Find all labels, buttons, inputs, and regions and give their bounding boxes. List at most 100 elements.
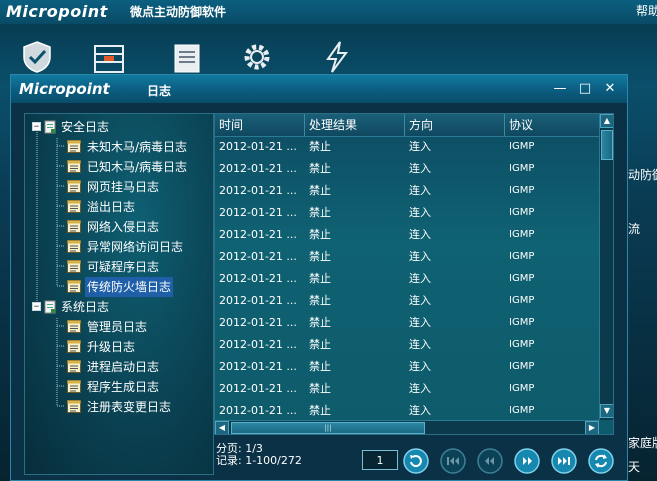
log-file-icon <box>67 240 81 253</box>
table-row[interactable]: 2012-01-21 ... 禁止 连入 IGMP <box>215 158 599 180</box>
cell-protocol: IGMP <box>509 295 535 306</box>
log-file-icon <box>67 360 81 373</box>
cell-direction: 连入 <box>409 184 431 197</box>
log-file-icon <box>67 320 81 333</box>
cell-result: 禁止 <box>309 360 331 373</box>
tree-item-label: 升级日志 <box>87 339 136 354</box>
table-header: 时间 处理结果 方向 协议 <box>215 114 599 137</box>
tree-item[interactable]: 已知木马/病毒日志 <box>67 156 189 176</box>
log-file-icon <box>67 220 81 233</box>
gear-icon[interactable] <box>240 40 274 74</box>
cell-time: 2012-01-21 ... <box>219 184 297 197</box>
refresh-button[interactable] <box>588 448 614 474</box>
log-file-icon <box>67 200 81 213</box>
log-file-icon <box>67 400 81 413</box>
vertical-scroll-thumb[interactable] <box>601 130 613 160</box>
column-header-protocol[interactable]: 协议 <box>505 114 599 136</box>
main-title-bar: Micropoint 微点主动防御软件 帮助 <box>0 0 657 24</box>
minimize-button[interactable]: — <box>551 80 569 98</box>
dialog-logo: Micropoint <box>19 80 110 98</box>
table-row[interactable]: 2012-01-21 ... 禁止 连入 IGMP <box>215 378 599 400</box>
column-header-result[interactable]: 处理结果 <box>305 114 405 136</box>
cell-result: 禁止 <box>309 338 331 351</box>
main-side-text-edition: 家庭版 <box>628 436 657 450</box>
close-button[interactable]: ✕ <box>601 80 619 98</box>
tree-item[interactable]: 升级日志 <box>67 336 137 356</box>
shield-check-icon[interactable] <box>20 40 54 74</box>
horizontal-scrollbar[interactable]: ◀ ||| ▶ <box>215 420 599 434</box>
cell-protocol: IGMP <box>509 185 535 196</box>
next-page-button[interactable] <box>514 448 540 474</box>
tree-item[interactable]: 传统防火墙日志 <box>67 276 174 297</box>
vertical-scrollbar[interactable]: ▲ ▼ <box>599 114 613 420</box>
dialog-title: 日志 <box>147 84 172 98</box>
table-row[interactable]: 2012-01-21 ... 禁止 连入 IGMP <box>215 202 599 224</box>
table-row[interactable]: 2012-01-21 ... 禁止 连入 IGMP <box>215 224 599 246</box>
tree-item[interactable]: 网络入侵日志 <box>67 216 161 236</box>
table-row[interactable]: 2012-01-21 ... 禁止 连入 IGMP <box>215 136 599 158</box>
table-row[interactable]: 2012-01-21 ... 禁止 连入 IGMP <box>215 400 599 422</box>
firewall-icon[interactable] <box>92 40 126 74</box>
tree-item[interactable]: 异常网络访问日志 <box>67 236 185 256</box>
table-row[interactable]: 2012-01-21 ... 禁止 连入 IGMP <box>215 180 599 202</box>
tree-item[interactable]: 程序生成日志 <box>67 376 161 396</box>
cell-time: 2012-01-21 ... <box>219 404 297 417</box>
tree-item[interactable]: 管理员日志 <box>67 316 149 336</box>
dialog-title-bar[interactable]: Micropoint 日志 — □ ✕ <box>11 75 627 103</box>
log-file-icon <box>67 260 81 273</box>
tree-item-label: 程序生成日志 <box>87 379 160 394</box>
tree-expander[interactable]: − <box>32 302 41 312</box>
tree-item-label: 进程启动日志 <box>87 359 160 374</box>
log-notepad-icon[interactable] <box>170 40 204 74</box>
column-header-time[interactable]: 时间 <box>215 114 305 136</box>
prev-page-button[interactable] <box>477 448 503 474</box>
tree-group-0[interactable]: − 安全日志 <box>32 116 111 136</box>
tree-expander[interactable]: − <box>32 122 41 132</box>
scroll-down-button[interactable]: ▼ <box>600 404 613 418</box>
help-menu[interactable]: 帮助 <box>636 2 657 19</box>
lightning-icon[interactable] <box>320 40 354 74</box>
cell-time: 2012-01-21 ... <box>219 140 297 153</box>
cell-protocol: IGMP <box>509 141 535 152</box>
scroll-right-button[interactable]: ▶ <box>585 421 599 434</box>
main-app-title: 微点主动防御软件 <box>130 5 227 19</box>
horizontal-scroll-thumb[interactable]: ||| <box>231 422 425 434</box>
cell-result: 禁止 <box>309 140 331 153</box>
log-file-icon <box>67 280 81 293</box>
cell-direction: 连入 <box>409 228 431 241</box>
scroll-left-button[interactable]: ◀ <box>215 421 229 434</box>
tree-item-label: 溢出日志 <box>87 199 136 214</box>
tree-item[interactable]: 网页挂马日志 <box>67 176 161 196</box>
tree-item[interactable]: 进程启动日志 <box>67 356 161 376</box>
table-row[interactable]: 2012-01-21 ... 禁止 连入 IGMP <box>215 312 599 334</box>
cell-protocol: IGMP <box>509 339 535 350</box>
log-category-tree: − 安全日志 未知木马/病毒日志 已知木马/病毒日志网页挂马日志 溢出日志网络入侵日志异… <box>24 113 214 475</box>
table-row[interactable]: 2012-01-21 ... 禁止 连入 IGMP <box>215 334 599 356</box>
table-row[interactable]: 2012-01-21 ... 禁止 连入 IGMP <box>215 246 599 268</box>
table-row[interactable]: 2012-01-21 ... 禁止 连入 IGMP <box>215 268 599 290</box>
tree-item[interactable]: 未知木马/病毒日志 <box>67 136 189 156</box>
tree-group-label: 系统日志 <box>61 299 110 314</box>
cell-protocol: IGMP <box>509 229 535 240</box>
tree-item-label: 异常网络访问日志 <box>87 239 184 254</box>
go-page-button[interactable] <box>403 448 429 474</box>
column-header-direction[interactable]: 方向 <box>405 114 505 136</box>
page-number-input[interactable] <box>362 450 398 470</box>
tree-item[interactable]: 溢出日志 <box>67 196 137 216</box>
tree-item[interactable]: 注册表变更日志 <box>67 396 173 416</box>
tree-item-label: 可疑程序日志 <box>87 259 160 274</box>
tree-group-1[interactable]: − 系统日志 <box>32 296 111 316</box>
tree-item-label: 网页挂马日志 <box>87 179 160 194</box>
table-row[interactable]: 2012-01-21 ... 禁止 连入 IGMP <box>215 356 599 378</box>
cell-time: 2012-01-21 ... <box>219 382 297 395</box>
maximize-button[interactable]: □ <box>576 80 594 98</box>
first-page-button[interactable] <box>440 448 466 474</box>
scroll-up-button[interactable]: ▲ <box>600 114 613 128</box>
last-page-button[interactable] <box>551 448 577 474</box>
table-row[interactable]: 2012-01-21 ... 禁止 连入 IGMP <box>215 290 599 312</box>
log-file-icon <box>67 180 81 193</box>
cell-direction: 连入 <box>409 294 431 307</box>
cell-time: 2012-01-21 ... <box>219 228 297 241</box>
cell-protocol: IGMP <box>509 251 535 262</box>
tree-item[interactable]: 可疑程序日志 <box>67 256 161 276</box>
